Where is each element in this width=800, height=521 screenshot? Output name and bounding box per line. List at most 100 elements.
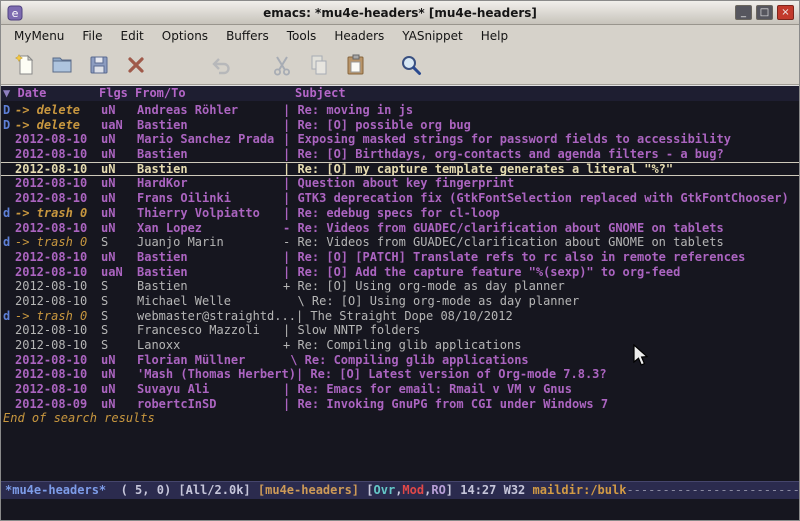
row-from: Bastien (137, 279, 283, 294)
row-flags: uN (101, 221, 137, 236)
row-subject: | GTK3 deprecation fix (GtkFontSelection… (283, 191, 799, 206)
close-button[interactable] (120, 49, 152, 81)
row-date: 2012-08-10 (15, 221, 101, 236)
row-subject: | Re: Invoking GnuPG from CGI under Wind… (283, 397, 799, 412)
row-date: -> trash 0 (15, 206, 101, 221)
row-subject: | Re: [O] Birthdays, org-contacts and ag… (283, 147, 799, 162)
row-from: Bastien (137, 118, 283, 133)
modeline-flags: [Ovr,Mod,RO] (359, 483, 460, 497)
maximize-button[interactable]: □ (756, 5, 773, 20)
column-header-subject[interactable]: Subject (281, 86, 346, 101)
menu-tools[interactable]: Tools (278, 27, 326, 45)
message-row[interactable]: 2012-08-10SBastien+ Re: [O] Using org-mo… (1, 279, 799, 294)
row-date: 2012-08-10 (15, 176, 101, 191)
row-marker (3, 147, 15, 162)
row-date: 2012-08-10 (15, 382, 101, 397)
message-row[interactable]: 2012-08-09uNrobertcInSD| Re: Invoking Gn… (1, 397, 799, 412)
message-row[interactable]: 2012-08-10SLanoxx+ Re: Compiling glib ap… (1, 338, 799, 353)
message-row[interactable]: 2012-08-10uNBastien| Re: [O] my capture … (1, 162, 799, 177)
row-subject: | Re: [O] [PATCH] Translate refs to rc a… (283, 250, 799, 265)
close-button[interactable]: × (777, 5, 794, 20)
open-file-icon (50, 53, 74, 77)
row-date: 2012-08-10 (15, 191, 101, 206)
message-row[interactable]: 2012-08-10SMichael Welle \ Re: [O] Using… (1, 294, 799, 309)
row-subject: | Re: [O] Latest version of Org-mode 7.8… (296, 367, 799, 382)
message-row[interactable]: 2012-08-10uNSuvayu Ali| Re: Emacs for em… (1, 382, 799, 397)
row-marker: d (3, 235, 15, 250)
row-from: Mario Sanchez Prada (137, 132, 283, 147)
row-flags: uaN (101, 265, 137, 280)
new-file-icon (13, 53, 37, 77)
message-row[interactable]: d-> trash 0uNThierry Volpiatto| Re: edeb… (1, 206, 799, 221)
message-row[interactable]: 2012-08-10uNXan Lopez- Re: Videos from G… (1, 221, 799, 236)
menu-options[interactable]: Options (153, 27, 217, 45)
row-date: -> trash 0 (15, 309, 101, 324)
modeline-buffer-name: *mu4e-headers* (5, 483, 106, 497)
undo-icon (209, 53, 233, 77)
new-file-button[interactable] (9, 49, 41, 81)
message-row[interactable]: 2012-08-10uNMario Sanchez Prada| Exposin… (1, 132, 799, 147)
row-marker (3, 294, 15, 309)
modeline-filler-dashes: ---------------------------------------- (626, 483, 799, 497)
row-marker (3, 279, 15, 294)
cut-button[interactable] (266, 49, 298, 81)
message-row[interactable]: 2012-08-10uNHardKor| Question about key … (1, 176, 799, 191)
message-row[interactable]: 2012-08-10SFrancesco Mazzoli| Slow NNTP … (1, 323, 799, 338)
search-button[interactable] (395, 49, 427, 81)
row-flags: uN (101, 206, 137, 221)
message-row[interactable]: d-> trash 0Swebmaster@straightd...| The … (1, 309, 799, 324)
menu-headers[interactable]: Headers (325, 27, 393, 45)
row-subject: | Re: moving in js (283, 103, 799, 118)
message-row[interactable]: d-> trash 0SJuanjo Marin- Re: Videos fro… (1, 235, 799, 250)
menu-edit[interactable]: Edit (112, 27, 153, 45)
row-from: Michael Welle (137, 294, 283, 309)
modeline-size: [All/2.0k] (178, 483, 257, 497)
copy-button[interactable] (303, 49, 335, 81)
message-row[interactable]: 2012-08-10uNBastien| Re: [O] Birthdays, … (1, 147, 799, 162)
message-row[interactable]: 2012-08-10uNBastien| Re: [O] [PATCH] Tra… (1, 250, 799, 265)
menu-yasnippet[interactable]: YASnippet (393, 27, 472, 45)
column-header-flags[interactable]: Flgs (99, 86, 135, 101)
column-header-from[interactable]: From/To (135, 86, 281, 101)
row-marker (3, 323, 15, 338)
save-button[interactable] (83, 49, 115, 81)
message-row[interactable]: 2012-08-10uNFlorian Müllner \ Re: Compil… (1, 353, 799, 368)
message-row[interactable]: 2012-08-10uN'Mash (Thomas Herbert)| Re: … (1, 367, 799, 382)
modeline-folder: maildir:/bulk (533, 483, 627, 497)
row-date: 2012-08-10 (15, 132, 101, 147)
row-date: -> trash 0 (15, 235, 101, 250)
column-header-date[interactable]: ▼ Date (1, 86, 99, 101)
row-from: HardKor (137, 176, 283, 191)
menu-mymenu[interactable]: MyMenu (5, 27, 73, 45)
paste-button[interactable] (340, 49, 372, 81)
title-bar[interactable]: e emacs: *mu4e-headers* [mu4e-headers] _… (1, 1, 799, 25)
row-marker: D (3, 118, 15, 133)
row-marker: d (3, 309, 15, 324)
paste-icon (344, 53, 368, 77)
row-from: Andreas Röhler (137, 103, 283, 118)
open-file-button[interactable] (46, 49, 78, 81)
row-flags: uN (101, 191, 137, 206)
row-subject: | Re: [O] my capture template generates … (283, 163, 799, 176)
row-from: 'Mash (Thomas Herbert) (137, 367, 296, 382)
menu-help[interactable]: Help (472, 27, 517, 45)
row-subject: | Slow NNTP folders (283, 323, 799, 338)
message-row[interactable]: 2012-08-10uNFrans Oilinki| GTK3 deprecat… (1, 191, 799, 206)
row-date: 2012-08-10 (15, 265, 101, 280)
modeline-week: W32 (504, 483, 533, 497)
menu-file[interactable]: File (73, 27, 111, 45)
row-flags: S (101, 338, 137, 353)
message-row[interactable]: D-> deleteuNAndreas Röhler| Re: moving i… (1, 103, 799, 118)
message-row[interactable]: D-> deleteuaNBastien| Re: [O] possible o… (1, 118, 799, 133)
undo-button[interactable] (205, 49, 237, 81)
search-icon (399, 53, 423, 77)
row-date: -> delete (15, 118, 101, 133)
row-date: 2012-08-10 (15, 323, 101, 338)
row-marker (3, 176, 15, 191)
message-row[interactable]: 2012-08-10uaNBastien| Re: [O] Add the ca… (1, 265, 799, 280)
minimize-button[interactable]: _ (735, 5, 752, 20)
menu-buffers[interactable]: Buffers (217, 27, 278, 45)
modeline-flag-ro: RO (431, 483, 445, 497)
row-from: Lanoxx (137, 338, 283, 353)
cut-icon (270, 53, 294, 77)
